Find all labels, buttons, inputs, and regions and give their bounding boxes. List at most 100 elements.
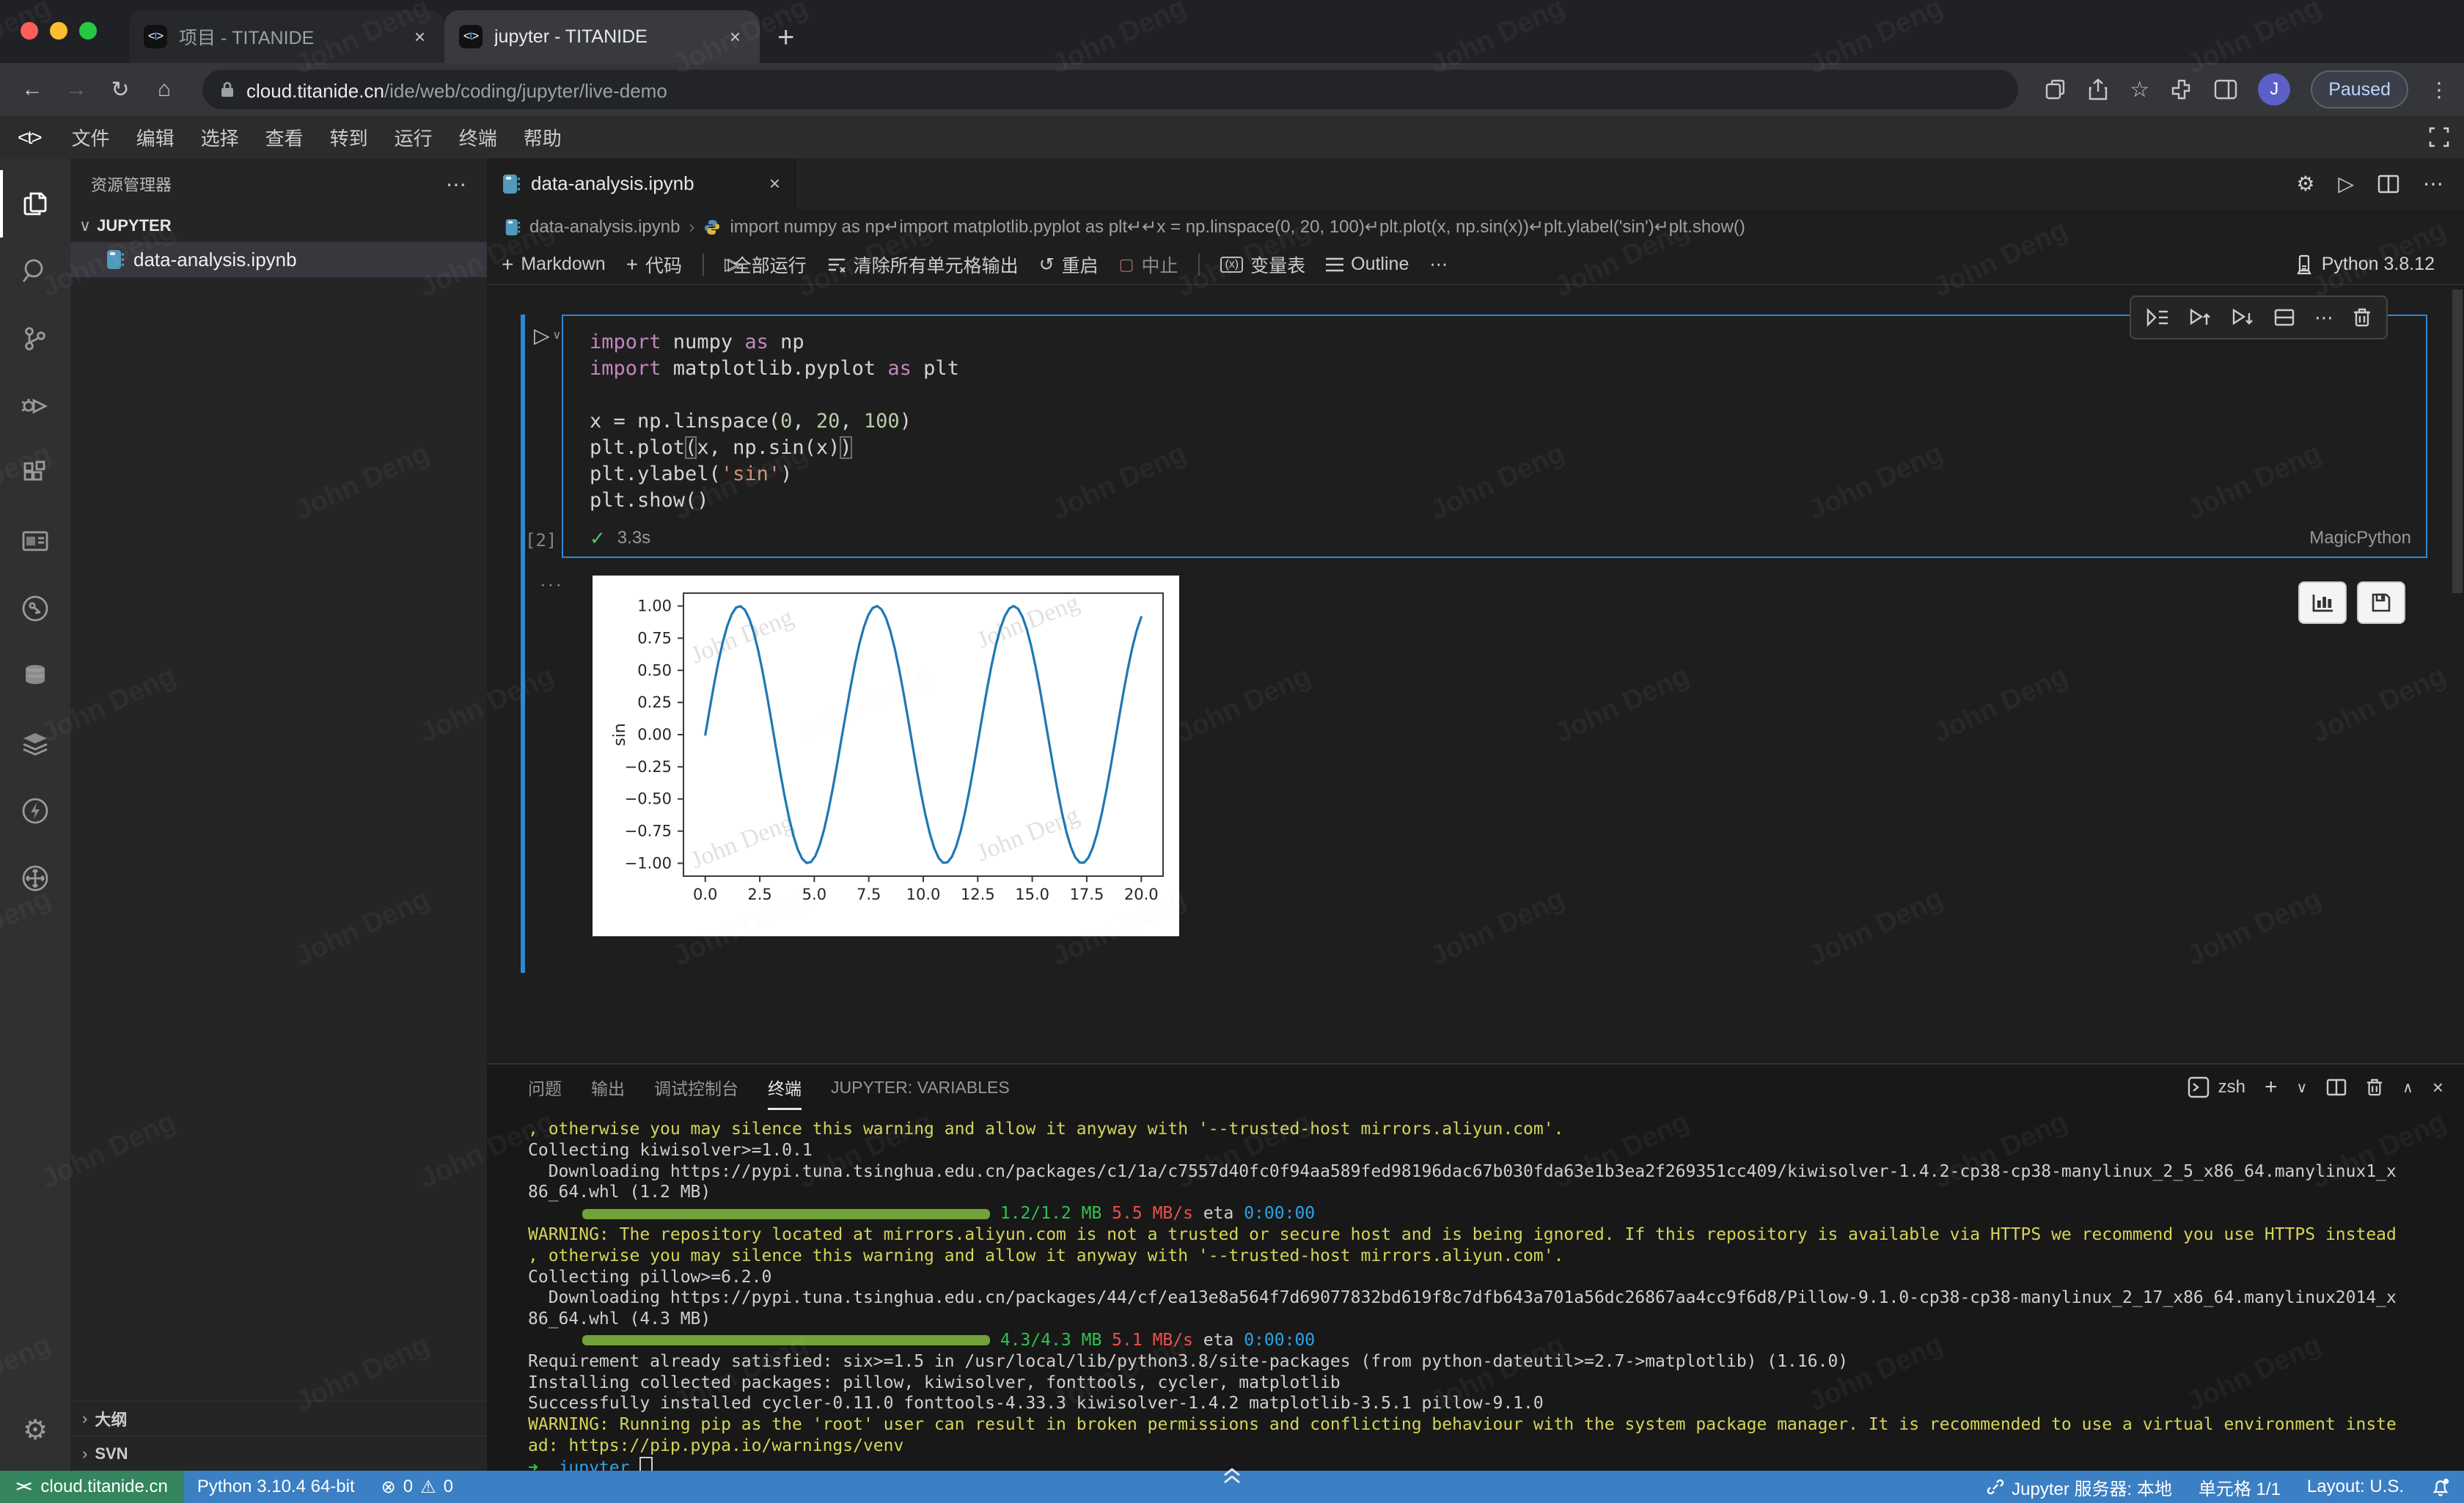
kernel-picker[interactable]: Python 3.8.12 xyxy=(2295,254,2449,275)
sidebar-section-outline[interactable]: › 大纲 xyxy=(70,1400,487,1436)
cell-code-editor[interactable]: import numpy as npimport matplotlib.pypl… xyxy=(563,316,2426,514)
close-tab-icon[interactable]: × xyxy=(410,26,430,48)
run-above-icon[interactable] xyxy=(2188,307,2212,328)
code-cell[interactable]: import numpy as npimport matplotlib.pypl… xyxy=(562,315,2427,558)
execute-cell-and-below-icon[interactable] xyxy=(2146,308,2169,327)
menu-item-1[interactable]: 编辑 xyxy=(123,120,188,155)
run-cell-dropdown-icon[interactable]: ∨ xyxy=(553,328,562,342)
run-all-button[interactable]: ▷▷ 全部运行 xyxy=(725,251,807,278)
extensions-puzzle-icon[interactable] xyxy=(2170,78,2193,101)
close-panel-icon[interactable]: × xyxy=(2432,1076,2443,1099)
notifications-bell-icon[interactable] xyxy=(2417,1477,2464,1497)
menu-item-4[interactable]: 转到 xyxy=(317,120,381,155)
breadcrumb-file[interactable]: data-analysis.ipynb xyxy=(529,217,680,238)
terminal-output[interactable]: , otherwise you may silence this warning… xyxy=(487,1110,2464,1471)
expand-panel-chevrons-icon[interactable] xyxy=(1220,1465,1244,1485)
database-icon[interactable] xyxy=(0,642,70,710)
variables-button[interactable]: (x)变量表 xyxy=(1220,251,1305,278)
maximize-window-button[interactable] xyxy=(79,22,97,40)
sidebar-item-notebook[interactable]: data-analysis.ipynb xyxy=(70,242,487,277)
power-circle-icon[interactable] xyxy=(0,777,70,845)
delete-cell-icon[interactable] xyxy=(2353,307,2372,328)
settings-gear-icon[interactable]: ⚙ xyxy=(0,1400,70,1459)
home-icon[interactable]: ⌂ xyxy=(147,77,182,102)
clear-outputs-button[interactable]: 清除所有单元格输出 xyxy=(827,251,1019,278)
browser-menu-icon[interactable]: ⋮ xyxy=(2429,78,2449,102)
sync-paused-badge[interactable]: Paused xyxy=(2311,70,2408,109)
restart-kernel-button[interactable]: ↺重启 xyxy=(1039,251,1099,278)
back-icon[interactable]: ← xyxy=(15,77,50,102)
browser-tab-jupyter[interactable]: <t> jupyter - TITANIDE × xyxy=(444,10,760,63)
add-code-button[interactable]: +代码 xyxy=(626,251,682,278)
address-bar[interactable]: cloud.titanide.cn/ide/web/coding/jupyter… xyxy=(202,70,2018,109)
forward-icon[interactable]: → xyxy=(59,77,94,102)
problems-status[interactable]: ⊗0 ⚠0 xyxy=(368,1477,466,1498)
run-below-icon[interactable] xyxy=(2231,307,2254,328)
remote-indicator[interactable]: >< cloud.titanide.cn xyxy=(0,1471,184,1503)
run-cell-icon[interactable]: ▷ xyxy=(534,323,550,348)
terminal-dropdown-icon[interactable]: ∨ xyxy=(2297,1078,2308,1097)
share-icon[interactable] xyxy=(2087,78,2109,101)
fullscreen-icon[interactable] xyxy=(2429,127,2449,147)
split-cell-icon[interactable] xyxy=(2273,308,2295,327)
panel-tab-4[interactable]: JUPYTER: VARIABLES xyxy=(831,1065,1010,1110)
kill-terminal-icon[interactable] xyxy=(2366,1078,2383,1097)
keyboard-layout-status[interactable]: Layout: U.S. xyxy=(2294,1477,2417,1497)
menu-item-7[interactable]: 帮助 xyxy=(510,120,575,155)
sidebar-more-icon[interactable]: ⋯ xyxy=(446,172,466,196)
editor-tab-notebook[interactable]: data-analysis.ipynb × xyxy=(487,158,796,210)
maximize-panel-icon[interactable]: ∧ xyxy=(2402,1078,2413,1097)
output-more-icon[interactable]: ··· xyxy=(540,573,563,595)
minimize-window-button[interactable] xyxy=(50,22,67,40)
add-markdown-button[interactable]: +Markdown xyxy=(502,253,606,276)
close-editor-tab-icon[interactable]: × xyxy=(769,172,780,195)
open-plot-viewer-button[interactable] xyxy=(2298,581,2347,624)
sidebar-section-jupyter[interactable]: ∨ JUPYTER xyxy=(70,210,487,242)
cell-language[interactable]: MagicPython xyxy=(2309,528,2411,548)
cell-position-status[interactable]: 单元格 1/1 xyxy=(2185,1474,2294,1500)
panel-tab-3[interactable]: 终端 xyxy=(768,1065,802,1110)
layers-icon[interactable] xyxy=(0,710,70,777)
close-tab-icon[interactable]: × xyxy=(725,26,745,48)
run-notebook-icon[interactable]: ▷ xyxy=(2338,172,2354,196)
editor-scrollbar-thumb[interactable] xyxy=(2452,290,2463,593)
menu-item-6[interactable]: 终端 xyxy=(446,120,510,155)
outline-button[interactable]: Outline xyxy=(1326,254,1409,275)
panel-tab-2[interactable]: 调试控制台 xyxy=(654,1065,738,1110)
toolbar-more-icon[interactable]: ⋯ xyxy=(1429,254,1448,276)
menu-item-0[interactable]: 文件 xyxy=(59,120,123,155)
profile-avatar[interactable]: J xyxy=(2258,73,2290,106)
extensions-icon[interactable] xyxy=(0,440,70,507)
source-control-icon[interactable] xyxy=(0,305,70,372)
copy-page-icon[interactable] xyxy=(2045,78,2067,100)
jupyter-server-status[interactable]: Jupyter 服务器: 本地 xyxy=(1973,1474,2185,1500)
breadcrumb[interactable]: data-analysis.ipynb › import numpy as np… xyxy=(487,210,2464,245)
editor-more-actions-icon[interactable]: ⋯ xyxy=(2423,172,2443,196)
panel-tab-0[interactable]: 问题 xyxy=(528,1065,562,1110)
menu-item-2[interactable]: 选择 xyxy=(188,120,252,155)
interrupt-button[interactable]: ▢中止 xyxy=(1119,251,1178,278)
side-panel-icon[interactable] xyxy=(2214,79,2237,100)
cell-more-actions-icon[interactable]: ⋯ xyxy=(2314,306,2333,329)
search-icon[interactable] xyxy=(0,238,70,305)
browser-tab-project[interactable]: <t> 项目 - TITANIDE × xyxy=(129,10,444,63)
svn-circle-icon[interactable] xyxy=(0,575,70,642)
new-terminal-icon[interactable]: + xyxy=(2265,1075,2278,1100)
split-terminal-icon[interactable] xyxy=(2326,1078,2347,1096)
terminal-shell-badge[interactable]: zsh xyxy=(2188,1076,2245,1098)
python-interpreter-status[interactable]: Python 3.10.4 64-bit xyxy=(184,1477,368,1497)
breadcrumb-cell-code[interactable]: import numpy as np↵import matplotlib.pyp… xyxy=(730,216,1745,238)
remote-targets-icon[interactable] xyxy=(0,845,70,912)
save-plot-button[interactable] xyxy=(2357,581,2405,624)
menu-item-3[interactable]: 查看 xyxy=(252,120,317,155)
explorer-icon[interactable] xyxy=(0,170,70,238)
sidebar-section-svn[interactable]: › SVN xyxy=(70,1436,487,1471)
preview-window-icon[interactable] xyxy=(0,507,70,575)
new-tab-button[interactable]: + xyxy=(777,21,794,54)
menu-item-5[interactable]: 运行 xyxy=(381,120,446,155)
panel-tab-1[interactable]: 输出 xyxy=(591,1065,625,1110)
close-window-button[interactable] xyxy=(21,22,38,40)
split-editor-icon[interactable] xyxy=(2377,174,2399,194)
notebook-settings-gear-icon[interactable]: ⚙ xyxy=(2296,172,2314,196)
bookmark-star-icon[interactable]: ☆ xyxy=(2130,77,2149,103)
